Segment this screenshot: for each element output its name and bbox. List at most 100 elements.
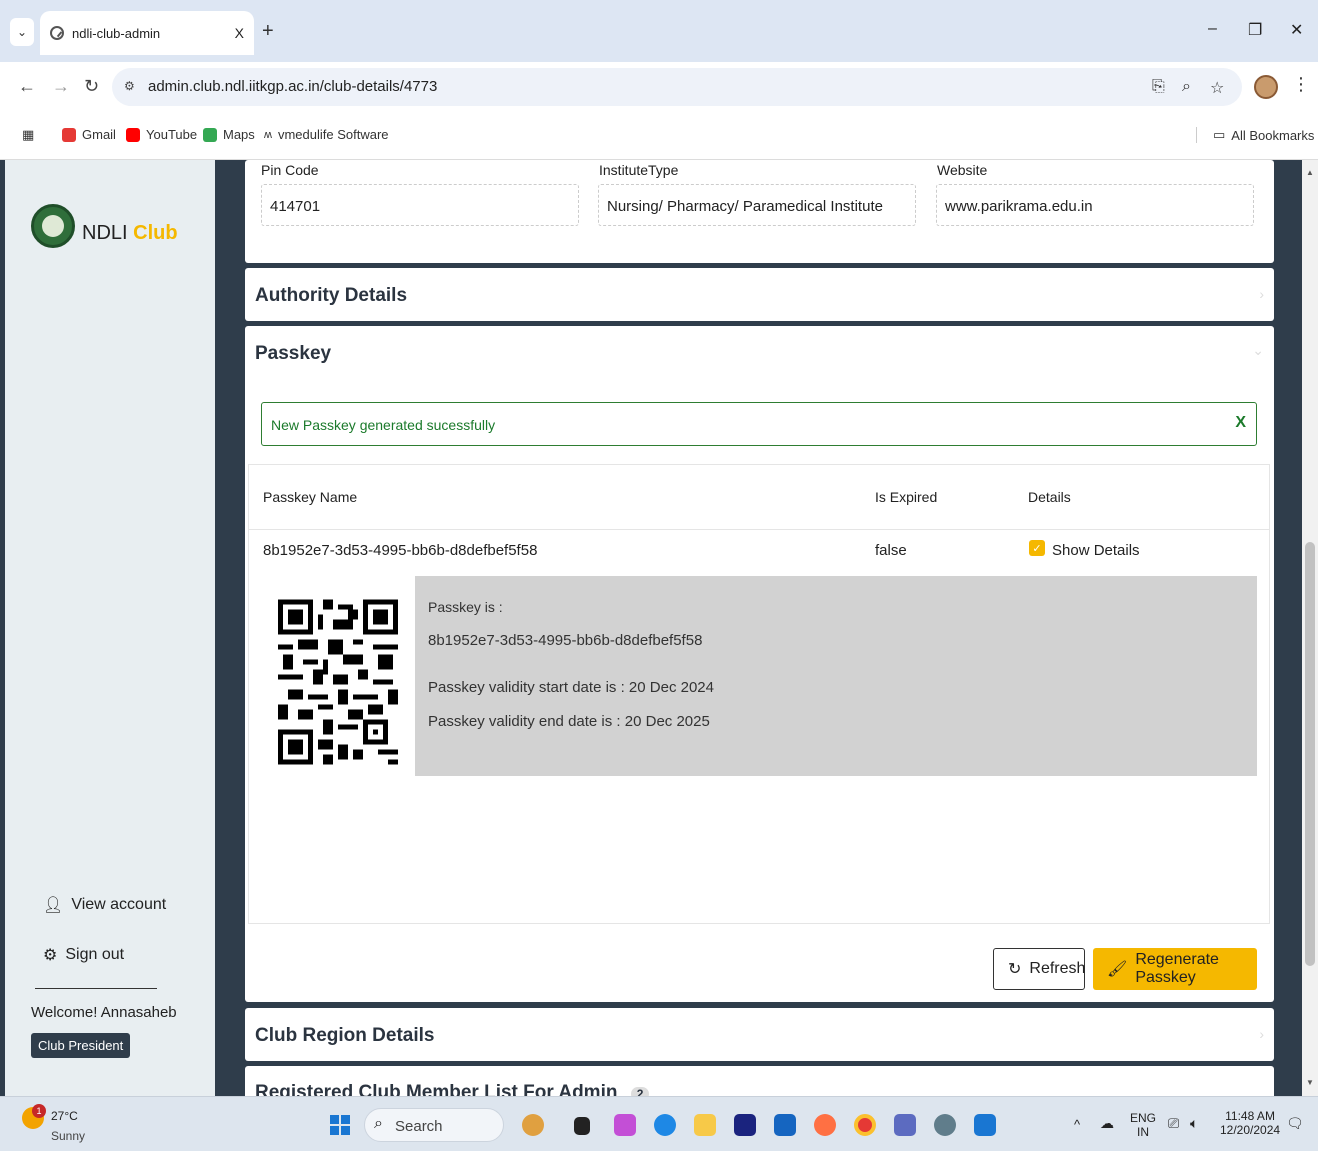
- scroll-thumb[interactable]: [1305, 542, 1315, 966]
- weather-temp: 27°C: [51, 1109, 78, 1123]
- gmail-icon: [62, 127, 76, 142]
- minimize-icon[interactable]: –: [1208, 20, 1217, 38]
- website-field[interactable]: www.parikrama.edu.in: [936, 184, 1254, 226]
- browser-menu-icon[interactable]: ⋮: [1292, 74, 1310, 95]
- network-icon[interactable]: ⎚: [1168, 1115, 1179, 1132]
- firefox-icon[interactable]: [814, 1114, 836, 1136]
- main-content: Pin Code 414701 InstituteType Nursing/ P…: [245, 160, 1274, 1096]
- regenerate-passkey-button[interactable]: 🖌︎ Regenerate Passkey: [1093, 948, 1257, 990]
- tab-close-button[interactable]: X: [235, 25, 244, 41]
- member-list-title: Registered Club Member List For Admin 2: [255, 1082, 650, 1096]
- file-explorer-icon[interactable]: [694, 1114, 716, 1136]
- restore-icon[interactable]: ❐: [1248, 20, 1262, 40]
- volume-icon[interactable]: 🔈︎: [1190, 1115, 1198, 1132]
- language-indicator[interactable]: ENG IN: [1130, 1111, 1156, 1139]
- address-bar-row: ← → ↻ ⚙ admin.club.ndl.iitkgp.ac.in/club…: [0, 62, 1318, 112]
- tab-favicon-icon: [50, 26, 64, 40]
- passkey-table: Passkey Name Is Expired Details 8b1952e7…: [248, 464, 1270, 924]
- refresh-button[interactable]: ↻ Refresh: [993, 948, 1085, 990]
- institute-type-field[interactable]: Nursing/ Pharmacy/ Paramedical Institute: [598, 184, 916, 226]
- role-badge: Club President: [31, 1033, 131, 1058]
- all-bookmarks-button[interactable]: ▭ All Bookmarks: [1196, 127, 1314, 143]
- page-viewport: NDLI Club 👤︎ View account ⚙ Sign out Wel…: [0, 160, 1318, 1096]
- taskbar-search[interactable]: ⌕ Search: [364, 1108, 504, 1142]
- is-expired-cell: false: [875, 542, 907, 559]
- store-icon[interactable]: [734, 1114, 756, 1136]
- scroll-up-arrow-icon[interactable]: ▲: [1306, 168, 1314, 177]
- apps-grid-icon[interactable]: ▦: [22, 127, 34, 143]
- institute-details-card: Pin Code 414701 InstituteType Nursing/ P…: [245, 160, 1274, 263]
- column-header-details: Details: [1028, 489, 1071, 505]
- chevron-right-icon: ›: [1259, 1026, 1264, 1042]
- club-region-title: Club Region Details: [255, 1025, 435, 1046]
- club-region-section[interactable]: Club Region Details ›: [245, 1008, 1274, 1061]
- page-scrollbar[interactable]: ▲ ▼: [1302, 160, 1318, 1096]
- notifications-icon[interactable]: 🗨︎: [1286, 1115, 1304, 1132]
- passkey-title[interactable]: Passkey: [255, 343, 331, 365]
- vmedulife-icon: ʍ: [264, 128, 272, 141]
- clock[interactable]: 11:48 AM 12/20/2024: [1220, 1109, 1280, 1137]
- widgets-icon[interactable]: [522, 1114, 544, 1136]
- tray-overflow-icon[interactable]: ^: [1074, 1117, 1080, 1132]
- sidebar: NDLI Club 👤︎ View account ⚙ Sign out Wel…: [5, 160, 215, 1096]
- gear-icon: ⚙: [43, 947, 58, 964]
- pin-code-field[interactable]: 414701: [261, 184, 579, 226]
- start-button[interactable]: [330, 1115, 350, 1135]
- passkey-section: Passkey ⌄ New Passkey generated sucessfu…: [245, 326, 1274, 1002]
- success-alert: New Passkey generated sucessfully X: [261, 402, 1257, 446]
- view-account-link[interactable]: 👤︎ View account: [43, 895, 166, 915]
- alert-close-button[interactable]: X: [1235, 414, 1246, 432]
- zoom-icon[interactable]: ⌕: [1182, 78, 1191, 96]
- chrome-icon[interactable]: [854, 1114, 876, 1136]
- bookmark-star-icon[interactable]: ☆: [1210, 78, 1224, 98]
- back-icon[interactable]: ←: [18, 76, 36, 97]
- task-view-icon[interactable]: [574, 1117, 590, 1135]
- profile-avatar[interactable]: [1254, 75, 1278, 99]
- sign-out-link[interactable]: ⚙ Sign out: [43, 945, 124, 965]
- show-details-checkbox[interactable]: ✓: [1029, 540, 1045, 556]
- app-icon[interactable]: [974, 1114, 996, 1136]
- browser-tab-bar: ⌄ ndli-club-admin X + – ❐ ✕: [0, 0, 1318, 62]
- taskbar: 1 27°C Sunny ⌕ Search ^ ☁ ENG IN ⎚ 🔈︎ 11…: [0, 1096, 1318, 1151]
- youtube-icon: [126, 127, 140, 142]
- teams-icon[interactable]: [894, 1114, 916, 1136]
- user-icon: 👤︎: [43, 897, 64, 914]
- passkey-detail-panel: Passkey is : 8b1952e7-3d53-4995-bb6b-d8d…: [415, 576, 1257, 776]
- forward-icon[interactable]: →: [52, 76, 70, 97]
- site-info-icon[interactable]: ⚙: [124, 79, 135, 93]
- bookmarks-bar: ▦ Gmail YouTube Maps ʍ vmedulife Software…: [0, 112, 1318, 160]
- maps-icon: [203, 127, 217, 142]
- reload-icon[interactable]: ↻: [84, 76, 99, 97]
- scroll-down-arrow-icon[interactable]: ▼: [1306, 1078, 1314, 1087]
- authority-details-section[interactable]: Authority Details ›: [245, 268, 1274, 321]
- validity-end-text: Passkey validity end date is : 20 Dec 20…: [428, 713, 710, 730]
- browser-tab[interactable]: ndli-club-admin X: [40, 11, 254, 55]
- table-divider: [249, 529, 1269, 530]
- chevron-down-icon[interactable]: ⌄: [1252, 342, 1264, 359]
- onedrive-icon[interactable]: ☁: [1100, 1115, 1114, 1132]
- tab-list-button[interactable]: ⌄: [10, 18, 34, 46]
- copilot-icon[interactable]: [614, 1114, 636, 1136]
- chevron-down-icon: ⌄: [16, 25, 28, 39]
- mail-icon[interactable]: [774, 1114, 796, 1136]
- bookmark-vmedulife[interactable]: ʍ vmedulife Software: [264, 127, 389, 142]
- success-alert-message: New Passkey generated sucessfully: [271, 417, 496, 433]
- pin-code-label: Pin Code: [261, 162, 319, 178]
- show-details-label[interactable]: Show Details: [1052, 542, 1140, 559]
- edge-icon[interactable]: [654, 1114, 676, 1136]
- bookmark-gmail[interactable]: Gmail: [62, 127, 116, 142]
- bookmark-maps[interactable]: Maps: [203, 127, 255, 142]
- member-list-section[interactable]: Registered Club Member List For Admin 2: [245, 1066, 1274, 1096]
- chevron-right-icon: ›: [1259, 286, 1264, 302]
- url-bar[interactable]: ⚙ admin.club.ndl.iitkgp.ac.in/club-detai…: [112, 68, 1242, 106]
- brand-title[interactable]: NDLI Club: [82, 222, 178, 245]
- search-icon: ⌕: [374, 1115, 383, 1132]
- url-text[interactable]: admin.club.ndl.iitkgp.ac.in/club-details…: [148, 78, 437, 95]
- weather-condition: Sunny: [51, 1129, 86, 1143]
- settings-app-icon[interactable]: [934, 1114, 956, 1136]
- bookmark-youtube[interactable]: YouTube: [126, 127, 197, 142]
- window-close-icon[interactable]: ✕: [1290, 20, 1303, 40]
- install-app-icon[interactable]: ⎘: [1152, 78, 1165, 96]
- column-header-is-expired: Is Expired: [875, 489, 938, 505]
- new-tab-button[interactable]: +: [262, 20, 274, 43]
